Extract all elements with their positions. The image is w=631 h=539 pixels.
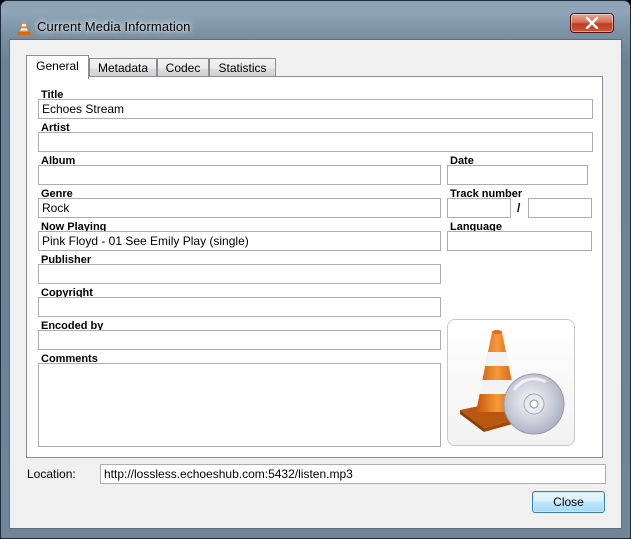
copyright-field[interactable]: [38, 297, 441, 317]
tab-metadata[interactable]: Metadata: [89, 58, 157, 78]
encoded-by-field[interactable]: [38, 330, 441, 350]
album-art: [447, 319, 575, 446]
title-field[interactable]: Echoes Stream: [38, 99, 593, 119]
window-close-button[interactable]: [570, 13, 614, 33]
album-field[interactable]: [38, 165, 441, 185]
genre-field[interactable]: Rock: [38, 198, 441, 218]
track-total-field[interactable]: [528, 198, 592, 218]
close-icon: [585, 17, 599, 29]
media-info-window: Current Media Information General Metada…: [0, 0, 631, 539]
now-playing-field[interactable]: Pink Floyd - 01 See Emily Play (single): [38, 231, 441, 251]
general-tab-panel: Title Echoes Stream Artist Album Date Ge…: [26, 76, 603, 458]
tab-codec[interactable]: Codec: [157, 58, 209, 78]
date-field[interactable]: [447, 165, 588, 185]
tab-general[interactable]: General: [26, 55, 89, 79]
dialog-client-area: General Metadata Codec Statistics Title …: [9, 39, 622, 529]
comments-textarea[interactable]: [38, 363, 441, 447]
track-number-field[interactable]: [447, 198, 511, 218]
language-field[interactable]: [447, 231, 592, 251]
artist-field[interactable]: [38, 132, 593, 152]
vlc-cone-with-disc-icon: [460, 330, 565, 435]
close-button[interactable]: Close: [532, 491, 605, 513]
tab-statistics[interactable]: Statistics: [209, 58, 276, 78]
location-label: Location:: [27, 467, 76, 481]
vlc-cone-icon: [17, 19, 31, 35]
title-bar[interactable]: Current Media Information: [1, 1, 630, 41]
location-field[interactable]: http://lossless.echoeshub.com:5432/liste…: [100, 464, 606, 484]
track-separator: /: [517, 201, 521, 215]
publisher-field[interactable]: [38, 264, 441, 284]
window-title: Current Media Information: [37, 19, 191, 34]
